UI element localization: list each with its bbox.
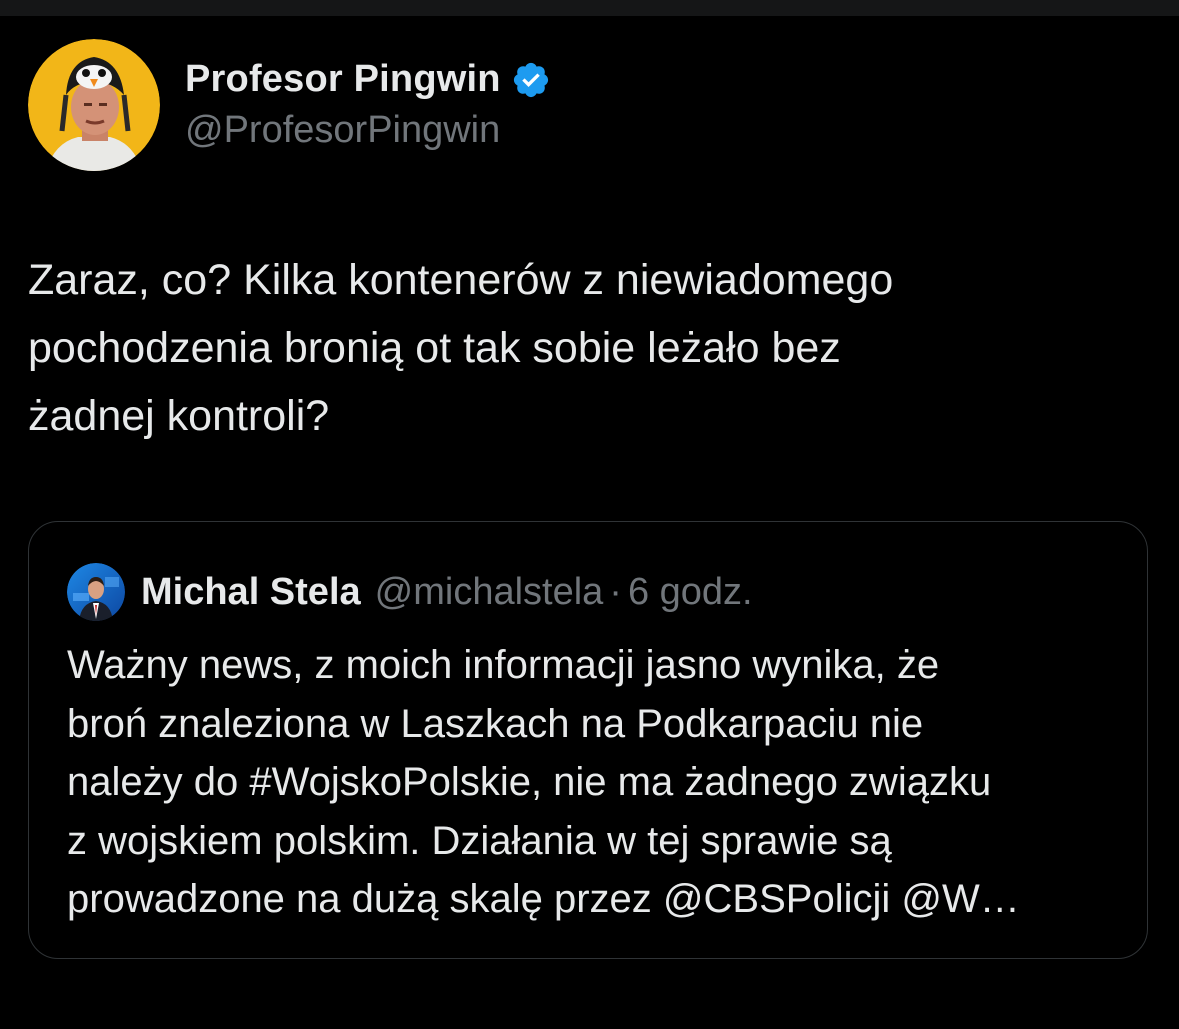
author-avatar[interactable] bbox=[28, 39, 160, 171]
quoted-author-avatar bbox=[67, 563, 125, 621]
quoted-tweet-text: Ważny news, z moich informacji jasno wyn… bbox=[67, 643, 1020, 921]
tweet-text: Zaraz, co? Kilka kontenerów z niewiadome… bbox=[28, 256, 894, 440]
author-name-row[interactable]: Profesor Pingwin bbox=[185, 58, 551, 101]
quoted-author-handle[interactable]: @michalstela bbox=[375, 571, 604, 614]
penguin-hat-avatar-icon bbox=[28, 39, 160, 171]
tweet-header: Profesor Pingwin @ProfesorPingwin bbox=[28, 38, 551, 172]
tweet-card: Profesor Pingwin @ProfesorPingwin Zaraz,… bbox=[0, 16, 1179, 1029]
author-display-name[interactable]: Profesor Pingwin bbox=[185, 58, 501, 101]
author-handle[interactable]: @ProfesorPingwin bbox=[185, 109, 551, 152]
verified-badge-icon bbox=[511, 60, 551, 100]
quoted-author-display-name[interactable]: Michal Stela bbox=[141, 571, 361, 614]
quoted-tweet[interactable]: Michal Stela @michalstela · 6 godz. Ważn… bbox=[28, 521, 1148, 959]
quoted-tweet-timestamp[interactable]: 6 godz. bbox=[628, 571, 753, 614]
author-names: Profesor Pingwin @ProfesorPingwin bbox=[185, 58, 551, 152]
top-status-strip bbox=[0, 0, 1179, 16]
dot-separator: · bbox=[609, 570, 622, 613]
news-anchor-avatar-icon bbox=[67, 563, 125, 621]
quoted-tweet-header: Michal Stela @michalstela · 6 godz. bbox=[67, 562, 753, 622]
